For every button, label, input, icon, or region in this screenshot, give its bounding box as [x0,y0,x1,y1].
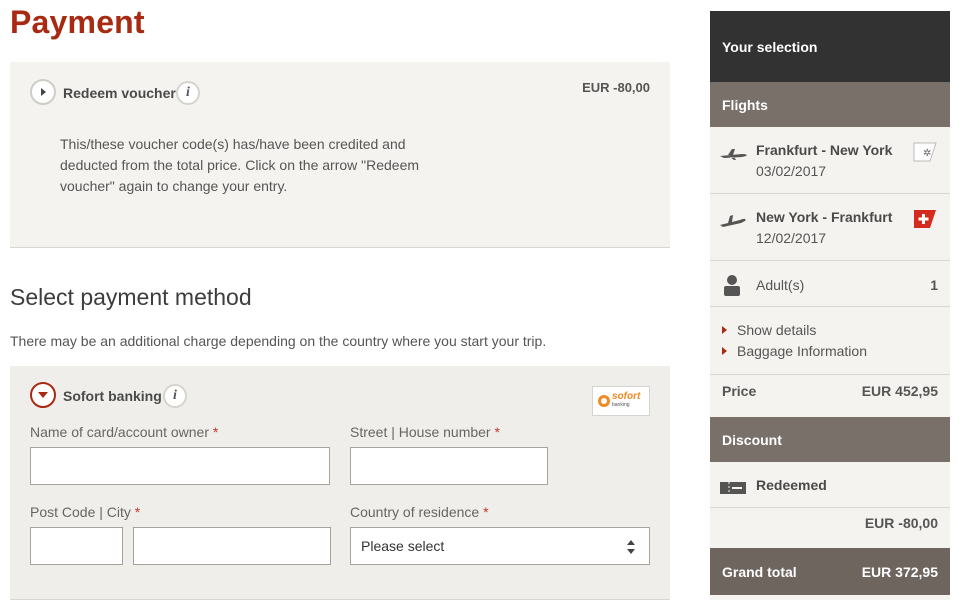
flight-row: Frankfurt - New York 03/02/2017 ✲ [710,127,950,194]
street-label-text: Street | House number [350,424,491,440]
sofort-logo-subtext: banking [612,402,630,408]
voucher-message: This/these voucher code(s) has/have been… [60,136,420,194]
sofort-logo-icon [598,395,610,407]
info-icon[interactable]: i [163,384,187,408]
selection-sidebar: Your selection Flights Frankfurt - New Y… [710,11,950,600]
flights-band: Flights [710,82,950,127]
required-mark: * [483,504,489,520]
owner-label: Name of card/account owner * [30,424,218,440]
flight-date: 12/02/2017 [756,230,827,246]
person-icon [724,275,740,296]
country-label-text: Country of residence [350,504,480,520]
plane-arrival-icon [720,215,746,227]
postcode-input[interactable] [30,527,123,565]
country-select-value: Please select [361,538,445,554]
discount-value: EUR -80,00 [864,515,938,531]
flight-row: New York - Frankfurt 12/02/2017 [710,194,950,261]
postcode-label: Post Code | City * [30,504,140,520]
street-label: Street | House number * [350,424,500,440]
details-links: Show details Baggage Information [710,307,950,375]
required-mark: * [494,424,500,440]
chevron-right-icon [41,88,46,96]
voucher-expand-button[interactable] [30,79,56,105]
airline-tail-icon: ✲ [913,142,937,162]
sofort-banking-section: Sofort banking i sofort banking Name of c… [10,366,670,600]
country-select[interactable]: Please select [350,527,650,565]
baggage-info-text: Baggage Information [737,343,867,359]
passenger-label: Adult(s) [756,277,805,293]
select-arrows-icon [627,540,635,554]
discount-band: Discount [710,417,950,462]
price-row: Price EUR 452,95 [710,375,950,417]
passengers-row: Adult(s) 1 [710,261,950,307]
grand-total-bar: Grand total EUR 372,95 [710,548,950,595]
payment-method-note: There may be an additional charge depend… [10,333,547,349]
voucher-ticket-icon [720,482,746,494]
caret-right-icon [722,326,727,334]
info-icon[interactable]: i [176,81,200,105]
price-value: EUR 452,95 [861,383,938,399]
passenger-count: 1 [930,277,938,293]
postcode-label-text: Post Code | City [30,504,131,520]
baggage-info-link[interactable]: Baggage Information [722,343,867,359]
street-input[interactable] [350,447,548,485]
price-label: Price [722,383,757,399]
discount-amount-row: EUR -80,00 [710,508,950,548]
plane-departure-icon [720,149,747,160]
owner-name-input[interactable] [30,447,330,485]
show-details-text: Show details [737,322,817,338]
discount-row: Redeemed [710,462,950,508]
sofort-logo: sofort banking [592,386,650,416]
owner-label-text: Name of card/account owner [30,424,209,440]
city-input[interactable] [133,527,331,565]
chevron-down-icon [38,392,48,398]
payment-method-title: Select payment method [10,284,252,310]
sofort-collapse-button[interactable] [30,382,56,408]
required-mark: * [212,424,219,440]
sidebar-header: Your selection [710,11,950,82]
show-details-link[interactable]: Show details [722,322,816,338]
voucher-amount: EUR -80,00 [582,80,650,95]
swiss-tail-icon [914,210,936,228]
required-mark: * [134,504,141,520]
grand-total-label: Grand total [722,564,797,580]
voucher-heading[interactable]: Redeem voucher [63,85,176,101]
flight-route: Frankfurt - New York [756,142,893,158]
caret-right-icon [722,347,727,355]
svg-text:✲: ✲ [923,148,931,159]
flight-date: 03/02/2017 [756,163,827,179]
country-label: Country of residence * [350,504,489,520]
discount-status: Redeemed [756,477,827,493]
grand-total-value: EUR 372,95 [861,564,938,580]
sofort-heading[interactable]: Sofort banking [63,388,162,404]
voucher-section: Redeem voucher i EUR -80,00 This/these v… [10,62,670,248]
page-title: Payment [10,4,145,40]
flight-route: New York - Frankfurt [756,209,893,225]
